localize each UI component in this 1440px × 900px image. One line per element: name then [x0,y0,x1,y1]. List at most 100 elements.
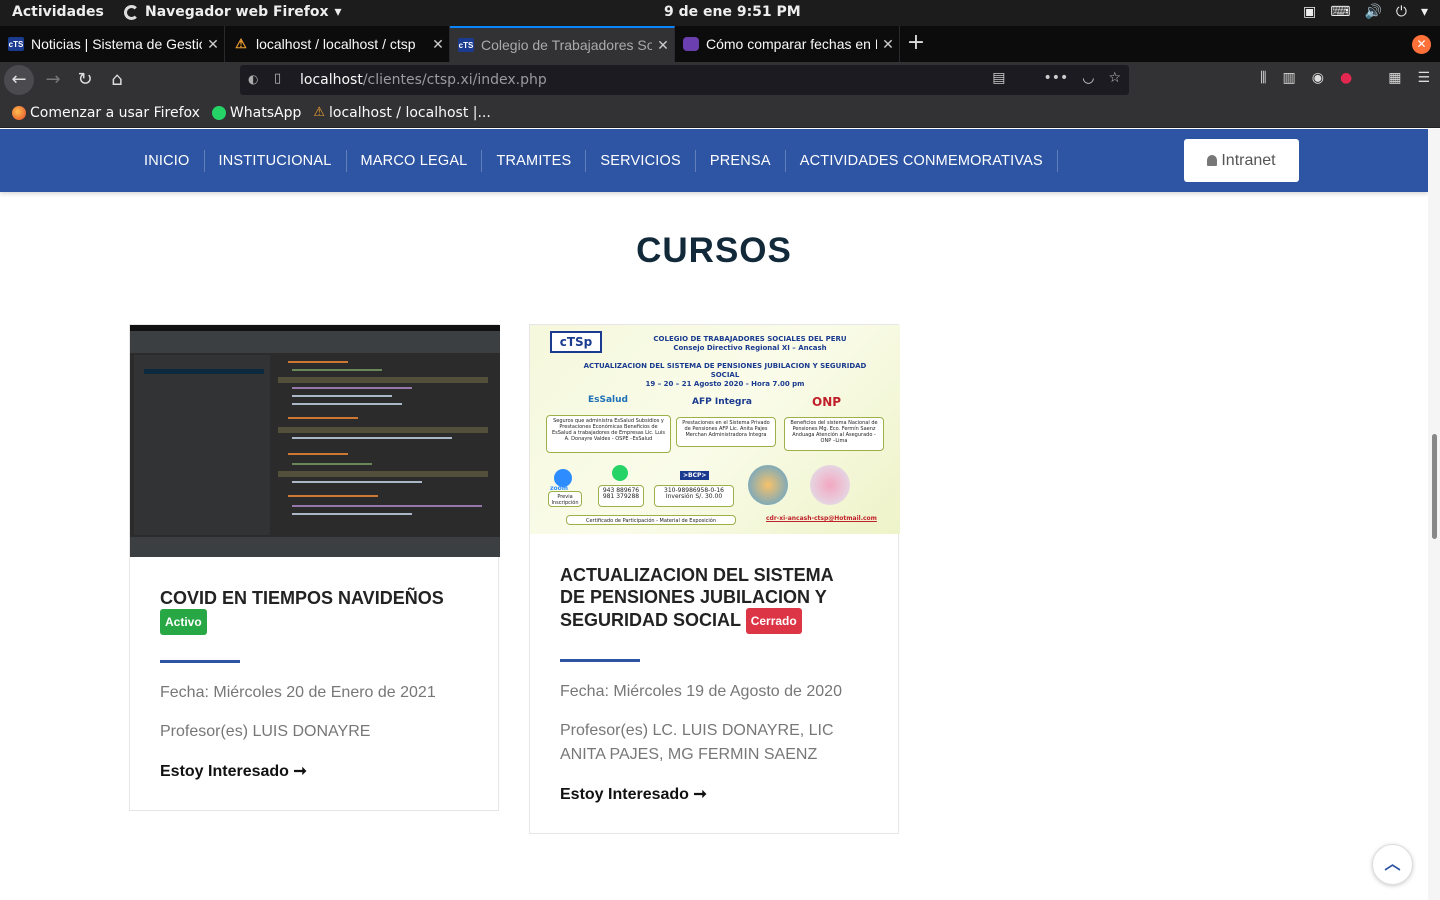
pocket-icon[interactable]: ◡ [1082,70,1094,86]
firefox-icon [12,105,26,120]
tab[interactable]: cTS Noticias | Sistema de Gestión ✕ [0,26,225,62]
whatsapp-icon [612,465,628,481]
tab-title: localhost / localhost / ctsp [256,36,416,52]
code-line [292,463,372,465]
code-line [288,453,348,455]
scroll-to-top-button[interactable]: ︿ [1372,844,1413,885]
chevron-down-icon: ▾ [334,4,342,20]
divider [160,660,240,663]
tab[interactable]: Cómo comparar fechas en PHP ✕ [675,26,900,62]
poster-header: COLEGIO DE TRABAJADORES SOCIALES DEL PER… [653,335,847,352]
code-line [292,481,422,483]
tab-title: Colegio de Trabajadores Sociales [481,37,652,53]
status-badge: Activo [160,609,207,635]
code-line [292,387,412,389]
course-date: Fecha: Miércoles 19 de Agosto de 2020 [560,683,842,700]
tab-title: Noticias | Sistema de Gestión [31,36,202,52]
close-icon[interactable]: ✕ [427,36,449,53]
reader-view-icon[interactable]: ▤ [992,70,1005,86]
ctsp-logo: cTSp [550,331,602,353]
tab-active[interactable]: cTS Colegio de Trabajadores Sociales ✕ [450,26,675,62]
intranet-button[interactable]: Intranet [1184,139,1299,182]
course-title-text: COVID EN TIEMPOS NAVIDEÑOS [160,588,444,608]
home-button[interactable]: ⌂ [102,65,132,95]
library-icon[interactable]: ⫼ [1260,70,1266,86]
illustration [810,465,850,505]
close-icon[interactable]: ✕ [877,36,899,53]
menu-item-institucional[interactable]: INSTITUCIONAL [205,149,347,172]
bookmark-star-icon[interactable]: ☆ [1108,70,1121,86]
sidebar-icon[interactable]: ▥ [1283,70,1296,86]
poster-subtitle: ACTUALIZACION DEL SISTEMA DE PENSIONES J… [583,362,867,388]
course-title[interactable]: COVID EN TIEMPOS NAVIDEÑOS Activo [160,587,460,635]
course-teachers: Profesor(es) LC. LUIS DONAYRE, LIC ANITA… [560,722,834,763]
bcp-logo: >BCP> [680,471,710,480]
firefox-icon [124,4,139,20]
activities-button[interactable]: Actividades [12,4,104,20]
site-menu: INICIO INSTITUCIONAL MARCO LEGAL TRAMITE… [130,129,1058,192]
back-button[interactable]: ← [4,65,34,95]
extension-icon[interactable]: ● [1340,70,1352,86]
shield-icon[interactable]: ◐ [248,72,258,86]
code-line [288,361,348,363]
forward-button[interactable]: → [38,65,68,95]
intranet-label: Intranet [1221,151,1276,169]
volume-icon: 🔊 [1364,4,1382,20]
clock[interactable]: 9 de ene 9:51 PM [664,4,801,20]
menu-item-prensa[interactable]: PRENSA [696,149,786,172]
chevron-down-icon: ▾ [1420,4,1428,20]
bookmark-item[interactable]: WhatsApp [211,105,301,121]
page-info-icon[interactable]: ▯ [274,71,281,86]
url-text: localhost/clientes/ctsp.xi/index.php [300,72,547,88]
navigation-bar: ← → ↻ ⌂ ◐ ▯ localhost/clientes/ctsp.xi/i… [0,62,1440,98]
code-line [292,505,482,507]
extensions-icon[interactable]: ▦ [1388,70,1401,86]
course-date: Fecha: Miércoles 20 de Enero de 2021 [160,684,436,701]
menu-item-marco-legal[interactable]: MARCO LEGAL [347,149,483,172]
phpmyadmin-icon: ⚠ [313,105,326,120]
scrollbar-thumb[interactable] [1432,434,1437,539]
course-title[interactable]: ACTUALIZACION DEL SISTEMA DE PENSIONES J… [560,564,860,634]
tab-title: Cómo comparar fechas en PHP [706,36,877,52]
code-line [292,513,412,515]
new-tab-button[interactable]: + [904,26,928,62]
course-image[interactable]: cTSp COLEGIO DE TRABAJADORES SOCIALES DE… [530,325,900,534]
tab[interactable]: ⚠ localhost / localhost / ctsp ✕ [225,26,450,62]
poster-box-phones: 943 889676 981 379288 [598,485,644,507]
system-top-bar: Actividades Navegador web Firefox ▾ 9 de… [0,0,1440,26]
menu-item-inicio[interactable]: INICIO [130,149,205,172]
close-icon[interactable]: ✕ [202,36,224,53]
close-window-button[interactable]: ✕ [1412,35,1431,54]
onp-logo: ONP [812,395,842,409]
bookmark-label: Comenzar a usar Firefox [30,104,200,121]
course-image[interactable] [130,325,500,557]
url-host: localhost [300,72,363,88]
url-bar[interactable]: ◐ ▯ localhost/clientes/ctsp.xi/index.php… [240,65,1129,95]
account-icon[interactable]: ◉ [1312,70,1324,86]
course-card: cTSp COLEGIO DE TRABAJADORES SOCIALES DE… [529,324,900,834]
whatsapp-icon [211,105,226,120]
shield-icon [683,37,699,51]
code-line [278,377,488,383]
system-tray[interactable]: ▣ ⌨ 🔊 ⏻ ▾ [1303,4,1428,20]
ide-code [278,357,496,537]
code-line [292,395,392,397]
menu-item-actividades[interactable]: ACTIVIDADES CONMEMORATIVAS [786,149,1058,172]
menu-icon[interactable]: ☰ [1417,70,1430,86]
app-menu[interactable]: Navegador web Firefox ▾ [124,4,342,20]
interest-link[interactable]: Estoy Interesado ➞ [160,761,307,781]
interest-link[interactable]: Estoy Interesado ➞ [560,784,707,804]
divider [560,659,640,662]
menu-item-servicios[interactable]: SERVICIOS [586,149,696,172]
reload-button[interactable]: ↻ [70,65,100,95]
bookmark-item[interactable]: ⚠ localhost / localhost |... [313,105,490,121]
course-teachers: Profesor(es) LUIS DONAYRE [160,723,371,740]
ctsp-icon: cTS [8,37,24,51]
poster-box-cert: Certificado de Participación - Material … [566,515,736,525]
more-actions-icon[interactable]: ••• [1043,70,1068,86]
close-icon[interactable]: ✕ [652,37,674,54]
url-actions: ▤ ••• ◡ ☆ [992,70,1121,86]
menu-item-tramites[interactable]: TRAMITES [482,149,587,172]
bookmark-item[interactable]: Comenzar a usar Firefox [12,105,200,121]
